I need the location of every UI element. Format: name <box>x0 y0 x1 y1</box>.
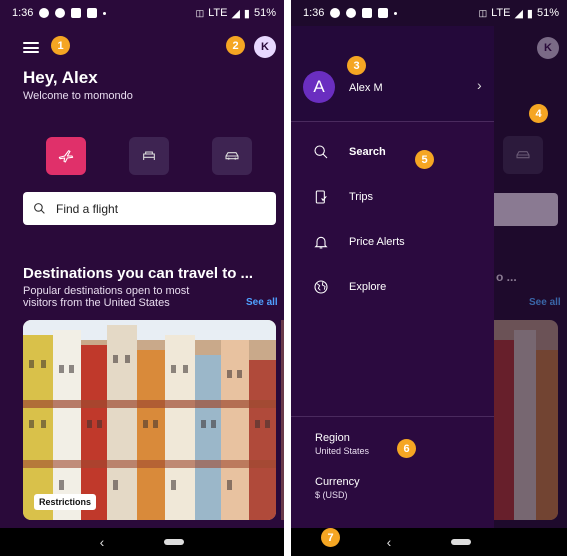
annotation-badge: 2 <box>226 36 245 55</box>
annotation-badge: 7 <box>321 528 340 547</box>
drawer-screen: K o ... See all 1:36 ◫ LTE ◢ ▮ 51% A Ale… <box>291 0 567 556</box>
photo-dimmed <box>494 320 558 520</box>
status-bar: 1:36 ◫ LTE ◢ ▮ 51% <box>0 0 284 26</box>
drawer-divider <box>291 416 494 417</box>
destinations-title: Destinations you can travel to ... <box>23 265 254 282</box>
status-bar: 1:36 ◫ LTE ◢ ▮ 51% <box>291 0 567 26</box>
vibrate-icon: ◫ <box>195 7 205 18</box>
menu-label: Explore <box>349 281 387 293</box>
app-icon <box>362 8 373 18</box>
annotation-badge: 3 <box>347 56 366 75</box>
cars-tab-dimmed <box>503 136 543 174</box>
network-label: LTE <box>491 7 511 19</box>
bell-icon <box>314 236 328 249</box>
search-box-dimmed <box>494 193 558 226</box>
signal-icon: ◢ <box>514 7 523 20</box>
app-icon <box>71 8 82 18</box>
profile-avatar-dimmed: K <box>537 37 559 59</box>
car-icon <box>225 152 239 160</box>
home-screen: 1:36 ◫ LTE ◢ ▮ 51% K Hey, Alex Welcome t… <box>0 0 284 556</box>
menu-item-explore[interactable]: Explore <box>291 270 494 304</box>
flights-tab[interactable] <box>46 137 86 175</box>
chevron-right-icon: › <box>477 77 482 93</box>
menu-icon[interactable] <box>23 42 39 53</box>
signal-icon: ◢ <box>231 7 240 20</box>
globe-icon <box>314 280 328 294</box>
flight-search-box[interactable]: Find a flight <box>23 192 276 225</box>
user-avatar: A <box>303 71 335 103</box>
city-houses-image <box>23 320 276 520</box>
more-dot-icon <box>103 11 107 15</box>
messenger-icon <box>346 8 357 18</box>
trips-icon <box>315 190 327 204</box>
navigation-drawer: A Alex M › Search Trips Price Alerts Exp… <box>291 26 494 528</box>
user-name: Alex M <box>349 82 383 94</box>
region-value: United States <box>315 446 370 456</box>
cars-tab[interactable] <box>212 137 252 175</box>
battery-level: 51% <box>536 7 559 19</box>
notification-icon <box>39 8 50 18</box>
status-time: 1:36 <box>303 7 325 19</box>
next-destination-photo[interactable] <box>281 320 284 520</box>
battery-level: 51% <box>253 7 276 19</box>
status-time: 1:36 <box>12 7 34 19</box>
see-all-dimmed: See all <box>529 297 561 308</box>
system-nav-bar: ‹ <box>0 528 284 556</box>
car-icon <box>516 151 530 159</box>
profile-avatar[interactable]: K <box>254 36 276 58</box>
battery-icon: ▮ <box>243 7 250 20</box>
greeting: Hey, Alex <box>23 68 98 87</box>
notification-icon <box>330 8 341 18</box>
search-placeholder: Find a flight <box>56 201 119 216</box>
see-all-link[interactable]: See all <box>246 297 278 308</box>
annotation-badge: 4 <box>529 104 548 123</box>
annotation-badge: 6 <box>397 439 416 458</box>
annotation-badge: 5 <box>415 150 434 169</box>
title-dimmed: o ... <box>496 270 517 284</box>
destinations-subtitle: Popular destinations open to most visito… <box>23 285 190 309</box>
welcome-text: Welcome to momondo <box>23 90 133 102</box>
menu-item-price-alerts[interactable]: Price Alerts <box>291 225 494 259</box>
messenger-icon <box>55 8 66 18</box>
search-icon <box>314 145 328 159</box>
more-dot-icon <box>394 11 398 15</box>
back-icon[interactable]: ‹ <box>100 534 105 550</box>
hotels-tab[interactable] <box>129 137 169 175</box>
menu-label: Search <box>349 146 386 158</box>
destination-photo[interactable] <box>23 320 276 520</box>
network-label: LTE <box>208 7 228 19</box>
currency-value: $ (USD) <box>315 490 348 500</box>
menu-item-trips[interactable]: Trips <box>291 180 494 214</box>
youtube-icon <box>87 8 98 18</box>
plane-icon <box>58 150 74 163</box>
back-icon[interactable]: ‹ <box>387 534 392 550</box>
drawer-profile-header[interactable]: A Alex M › <box>291 26 494 122</box>
vibrate-icon: ◫ <box>478 7 488 18</box>
restrictions-tag[interactable]: Restrictions <box>34 494 97 510</box>
menu-item-search[interactable]: Search <box>291 135 494 169</box>
home-pill-icon[interactable] <box>451 539 472 545</box>
bed-icon <box>143 151 155 160</box>
youtube-icon <box>378 8 389 18</box>
menu-label: Price Alerts <box>349 236 405 248</box>
search-icon <box>34 203 45 214</box>
battery-icon: ▮ <box>526 7 533 20</box>
currency-title[interactable]: Currency <box>315 476 360 488</box>
annotation-badge: 1 <box>51 36 70 55</box>
home-pill-icon[interactable] <box>164 539 185 545</box>
region-title[interactable]: Region <box>315 432 350 444</box>
menu-label: Trips <box>349 191 374 203</box>
